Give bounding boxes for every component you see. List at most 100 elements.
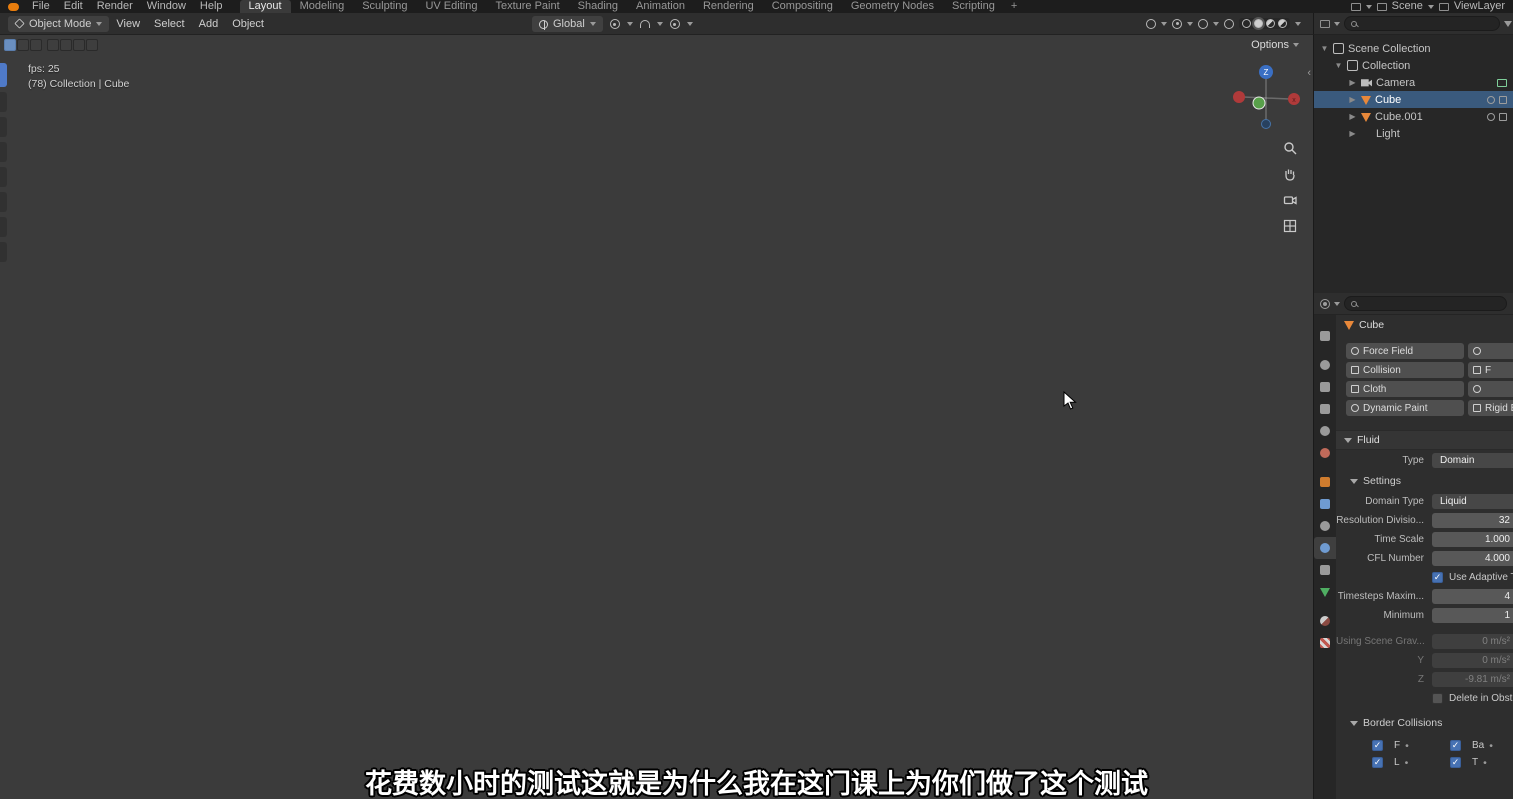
menu-view[interactable]: View (109, 18, 147, 30)
tab-object-properties[interactable] (1314, 471, 1336, 493)
fluid-button[interactable] (1468, 343, 1513, 359)
tab-rendering[interactable]: Rendering (694, 0, 763, 13)
tool-tab[interactable] (0, 192, 7, 212)
scene-selector[interactable]: Scene (1392, 0, 1423, 13)
delete-in-obstacle-checkbox[interactable] (1432, 693, 1443, 704)
proportional-editing-icon[interactable] (670, 19, 680, 29)
outliner-row-cube[interactable]: ▶ Cube (1314, 91, 1513, 108)
breadcrumb-object-name[interactable]: Cube (1359, 319, 1384, 331)
active-camera-icon[interactable] (1497, 79, 1507, 87)
camera-view-button[interactable] (1281, 191, 1299, 209)
outliner-row-camera[interactable]: ▶ Camera (1314, 74, 1513, 91)
snap-magnet-icon[interactable] (640, 20, 650, 28)
select-mode-icon[interactable] (73, 39, 85, 51)
select-mode-icon[interactable] (4, 39, 16, 51)
cloth-button[interactable]: Cloth (1346, 381, 1464, 397)
tab-texture-properties[interactable] (1314, 632, 1336, 654)
menu-file[interactable]: File (25, 0, 57, 13)
outliner-row-cube-001[interactable]: ▶ Cube.001 (1314, 108, 1513, 125)
rendered-shading-icon[interactable] (1278, 19, 1287, 28)
expand-arrow-icon[interactable]: ▶ (1348, 112, 1357, 121)
decorator-dot-icon[interactable]: • (1489, 740, 1493, 752)
transform-orientation-dropdown[interactable]: Global (532, 16, 603, 32)
blender-logo-icon[interactable] (8, 3, 19, 11)
tab-geometry-nodes[interactable]: Geometry Nodes (842, 0, 943, 13)
properties-editor-icon[interactable] (1320, 299, 1330, 309)
expand-arrow-icon[interactable]: ▶ (1348, 78, 1357, 87)
outliner-display-mode-icon[interactable] (1320, 20, 1330, 28)
outliner-search-input[interactable] (1361, 18, 1493, 29)
select-mode-icon[interactable] (17, 39, 29, 51)
select-mode-icon[interactable] (86, 39, 98, 51)
tab-compositing[interactable]: Compositing (763, 0, 842, 13)
xray-toggle-icon[interactable] (1224, 19, 1234, 29)
tab-scene-properties[interactable] (1314, 420, 1336, 442)
modifier-icon[interactable] (1487, 113, 1495, 121)
dynamic-paint-button[interactable]: Dynamic Paint (1346, 400, 1464, 416)
cfl-number-field[interactable]: 4.000 (1432, 551, 1513, 566)
menu-add[interactable]: Add (192, 18, 226, 30)
soft-body-button[interactable]: F (1468, 362, 1513, 378)
tab-shading[interactable]: Shading (569, 0, 627, 13)
settings-panel-header[interactable]: Settings (1336, 471, 1513, 491)
expand-arrow-icon[interactable]: ▼ (1334, 61, 1343, 70)
wireframe-shading-icon[interactable] (1242, 19, 1251, 28)
tool-tab[interactable] (0, 217, 7, 237)
border-front-checkbox[interactable]: ✓ (1372, 740, 1383, 751)
menu-edit[interactable]: Edit (57, 0, 90, 13)
orthographic-toggle-button[interactable] (1281, 217, 1299, 235)
filter-funnel-icon[interactable] (1504, 21, 1512, 27)
rigid-body-constraint-button[interactable]: Rigid B (1468, 400, 1513, 416)
tab-animation[interactable]: Animation (627, 0, 694, 13)
fluid-panel-header[interactable]: Fluid (1336, 430, 1513, 450)
border-collisions-header[interactable]: Border Collisions (1336, 713, 1513, 733)
decorator-dot-icon[interactable]: • (1483, 757, 1487, 769)
menu-object[interactable]: Object (225, 18, 271, 30)
border-top-checkbox[interactable]: ✓ (1450, 757, 1461, 768)
gizmos-toggle-icon[interactable] (1172, 19, 1182, 29)
tab-modifier-properties[interactable] (1314, 493, 1336, 515)
force-field-button[interactable]: Force Field (1346, 343, 1464, 359)
menu-render[interactable]: Render (90, 0, 140, 13)
rigid-body-button[interactable] (1468, 381, 1513, 397)
object-visibility-icon[interactable] (1146, 19, 1156, 29)
decorator-dot-icon[interactable]: • (1405, 740, 1409, 752)
border-left-checkbox[interactable]: ✓ (1372, 757, 1383, 768)
tab-layout[interactable]: Layout (240, 0, 291, 13)
menu-help[interactable]: Help (193, 0, 230, 13)
tab-view-layer-properties[interactable] (1314, 398, 1336, 420)
tab-constraint-properties[interactable] (1314, 559, 1336, 581)
sidebar-collapse-arrow[interactable]: ‹ (1307, 67, 1311, 79)
outliner-row-light[interactable]: ▶ Light (1314, 125, 1513, 142)
properties-search-input[interactable] (1361, 298, 1500, 309)
physics-badge-icon[interactable] (1499, 96, 1507, 104)
border-back-checkbox[interactable]: ✓ (1450, 740, 1461, 751)
outliner-row-collection[interactable]: ▼ Collection (1314, 57, 1513, 74)
tab-modeling[interactable]: Modeling (291, 0, 354, 13)
expand-arrow-icon[interactable]: ▼ (1320, 44, 1329, 53)
menu-select[interactable]: Select (147, 18, 192, 30)
tool-tab[interactable] (0, 117, 7, 137)
resolution-field[interactable]: 32 (1432, 513, 1513, 528)
solid-shading-icon[interactable] (1254, 19, 1263, 28)
modifier-icon[interactable] (1487, 96, 1495, 104)
collision-button[interactable]: Collision (1346, 362, 1464, 378)
timesteps-min-field[interactable]: 1 (1432, 608, 1513, 623)
tab-object-data-properties[interactable] (1314, 581, 1336, 603)
pivot-point-icon[interactable] (610, 19, 620, 29)
options-dropdown[interactable]: Options (1251, 39, 1299, 51)
tab-output-properties[interactable] (1314, 376, 1336, 398)
overlays-toggle-icon[interactable] (1198, 19, 1208, 29)
tab-sculpting[interactable]: Sculpting (353, 0, 416, 13)
select-mode-icon[interactable] (60, 39, 72, 51)
outliner-row-scene-collection[interactable]: ▼ Scene Collection (1314, 40, 1513, 57)
tab-tool[interactable] (1314, 325, 1336, 347)
tab-world-properties[interactable] (1314, 442, 1336, 464)
tab-texture-paint[interactable]: Texture Paint (486, 0, 568, 13)
menu-window[interactable]: Window (140, 0, 193, 13)
decorator-dot-icon[interactable]: • (1405, 757, 1409, 769)
time-scale-field[interactable]: 1.000 (1432, 532, 1513, 547)
select-mode-icon[interactable] (30, 39, 42, 51)
tool-tab[interactable] (0, 242, 7, 262)
tab-particle-properties[interactable] (1314, 515, 1336, 537)
